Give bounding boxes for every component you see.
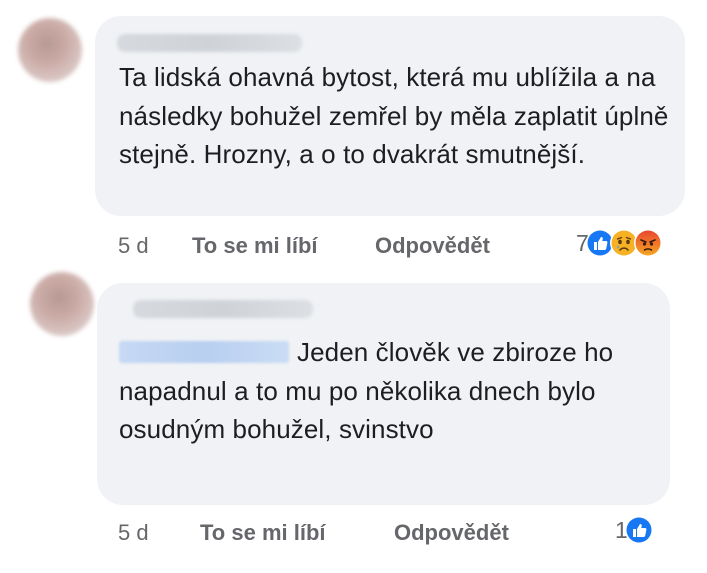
like-button[interactable]: To se mi líbí bbox=[200, 520, 326, 546]
comment-age[interactable]: 5 d bbox=[118, 233, 149, 259]
comment-bubble: Jeden člověk ve zbiroze ho napadnul a to… bbox=[97, 283, 670, 505]
reply-button[interactable]: Odpovědět bbox=[394, 520, 509, 546]
avatar[interactable] bbox=[18, 18, 82, 82]
comment-author-name[interactable] bbox=[117, 34, 302, 52]
reply-button[interactable]: Odpovědět bbox=[375, 233, 490, 259]
comment-bubble: Ta lidská ohavná bytost, která mu ublíži… bbox=[95, 16, 685, 216]
comment-text: Ta lidská ohavná bytost, která mu ublíži… bbox=[119, 62, 669, 169]
like-icon bbox=[624, 515, 654, 545]
avatar[interactable] bbox=[30, 272, 94, 336]
comment-text: Jeden člověk ve zbiroze ho napadnul a to… bbox=[119, 337, 614, 444]
like-button[interactable]: To se mi líbí bbox=[192, 233, 318, 259]
reaction-summary[interactable]: 7 bbox=[576, 228, 663, 258]
comment-age[interactable]: 5 d bbox=[118, 520, 149, 546]
angry-icon bbox=[633, 228, 663, 258]
comment-author-name[interactable] bbox=[133, 300, 313, 318]
reaction-summary[interactable]: 1 bbox=[615, 515, 654, 545]
